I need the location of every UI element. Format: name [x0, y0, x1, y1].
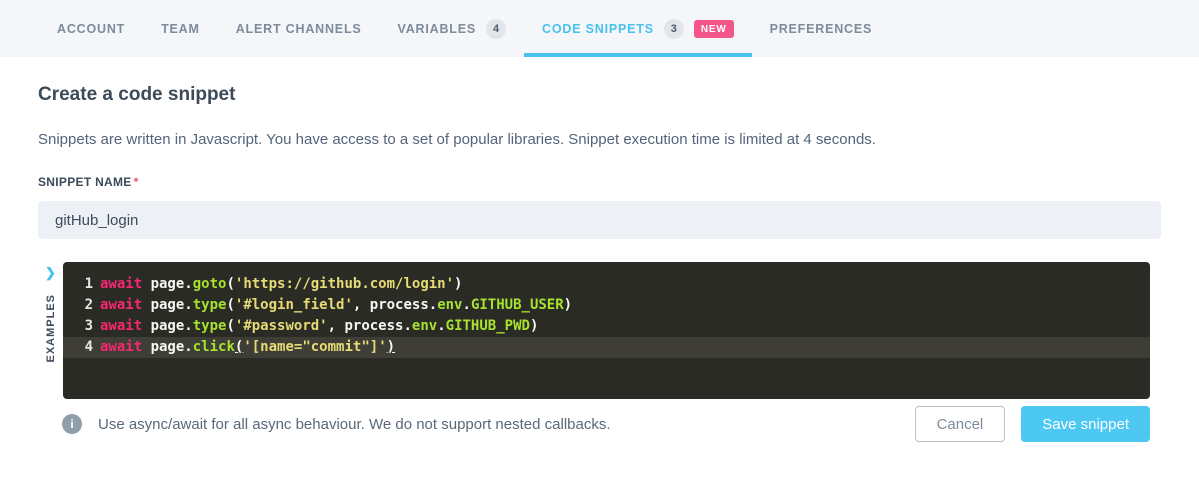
code-token: type [193, 316, 227, 337]
tab-label: ACCOUNT [57, 22, 125, 36]
tab-preferences[interactable]: PREFERENCES [752, 0, 891, 57]
required-asterisk: * [134, 175, 139, 189]
tab-team[interactable]: TEAM [143, 0, 218, 57]
tab-variables[interactable]: VARIABLES 4 [380, 0, 525, 57]
code-token: click [193, 337, 235, 358]
code-line[interactable]: 1 await page.goto('https://github.com/log… [63, 274, 1150, 295]
code-token: . [463, 295, 471, 316]
code-token: '#password' [235, 316, 328, 337]
line-number: 4 [77, 337, 93, 358]
snippet-name-label-text: SNIPPET NAME [38, 175, 132, 189]
tab-label: TEAM [161, 22, 200, 36]
code-token: page. [151, 337, 193, 358]
footer: i Use async/await for all async behaviou… [38, 406, 1150, 442]
tab-label: ALERT CHANNELS [236, 22, 362, 36]
code-token: ( [226, 274, 234, 295]
editor-section: ❯ EXAMPLES 1await page.goto('https://git… [38, 262, 1161, 399]
code-token: ( [226, 295, 234, 316]
tab-code-snippets[interactable]: CODE SNIPPETS 3 NEW [524, 0, 752, 57]
line-number: 2 [77, 295, 93, 316]
code-token: page. [151, 316, 193, 337]
code-line[interactable]: 3 await page.type('#password', process.en… [63, 316, 1150, 337]
code-token: type [193, 295, 227, 316]
code-token: await [100, 295, 151, 316]
code-token: env [412, 316, 437, 337]
footer-note-text: Use async/await for all async behaviour.… [98, 416, 611, 433]
line-number: 1 [77, 274, 93, 295]
code-token: '#login_field' [235, 295, 353, 316]
code-token: ( [235, 337, 243, 358]
line-number: 3 [77, 316, 93, 337]
tab-alert-channels[interactable]: ALERT CHANNELS [218, 0, 380, 57]
examples-label[interactable]: EXAMPLES [45, 294, 57, 363]
code-token: 'https://github.com/login' [235, 274, 454, 295]
tab-label: PREFERENCES [770, 22, 873, 36]
code-token: env [437, 295, 462, 316]
code-editor[interactable]: 1await page.goto('https://github.com/log… [63, 262, 1150, 399]
code-token: ) [387, 337, 395, 358]
code-token: ) [530, 316, 538, 337]
code-token: await [100, 337, 151, 358]
code-token: GITHUB_USER [471, 295, 564, 316]
code-token: '[name="commit"]' [243, 337, 386, 358]
examples-expand-chevron-icon[interactable]: ❯ [45, 265, 56, 281]
new-badge: NEW [694, 20, 734, 38]
code-editor-lines: 1await page.goto('https://github.com/log… [63, 274, 1150, 358]
code-token: . [437, 316, 445, 337]
code-token: page. [151, 295, 193, 316]
code-token: ( [226, 316, 234, 337]
count-badge: 4 [486, 19, 506, 39]
code-line[interactable]: 4 await page.click('[name="commit"]') [63, 337, 1150, 358]
footer-note: i Use async/await for all async behaviou… [62, 414, 611, 434]
tab-label: CODE SNIPPETS [542, 22, 654, 36]
code-token: page. [151, 274, 193, 295]
count-badge: 3 [664, 19, 684, 39]
main-content: Create a code snippet Snippets are writt… [0, 84, 1199, 442]
tab-account[interactable]: ACCOUNT [39, 0, 143, 57]
page-title: Create a code snippet [38, 84, 1161, 106]
examples-rail: ❯ EXAMPLES [38, 262, 63, 399]
tab-label: VARIABLES [398, 22, 477, 36]
snippet-name-label: SNIPPET NAME* [38, 175, 1161, 189]
tab-bar: ACCOUNT TEAM ALERT CHANNELS VARIABLES 4 CODE … [0, 0, 1199, 57]
code-token: GITHUB_PWD [446, 316, 530, 337]
code-line[interactable]: 2 await page.type('#login_field', process… [63, 295, 1150, 316]
code-token: await [100, 316, 151, 337]
cancel-button[interactable]: Cancel [915, 406, 1006, 442]
code-token: , process. [328, 316, 412, 337]
code-token: await [100, 274, 151, 295]
save-snippet-button[interactable]: Save snippet [1021, 406, 1150, 442]
footer-actions: Cancel Save snippet [915, 406, 1150, 442]
code-token: , process. [353, 295, 437, 316]
code-token: ) [564, 295, 572, 316]
code-token: ) [454, 274, 462, 295]
code-token: goto [193, 274, 227, 295]
info-icon: i [62, 414, 82, 434]
snippet-name-input[interactable] [38, 201, 1161, 239]
page-description: Snippets are written in Javascript. You … [38, 131, 1161, 148]
